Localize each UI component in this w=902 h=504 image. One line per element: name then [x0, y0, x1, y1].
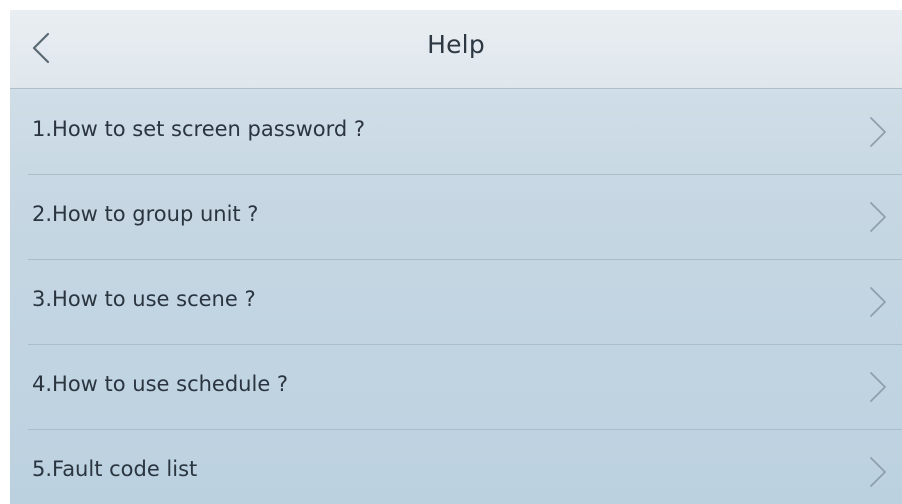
help-item-fault-code-list[interactable]: 5.Fault code list: [10, 429, 902, 504]
chevron-right-icon: [868, 371, 888, 403]
chevron-right-icon: [868, 201, 888, 233]
chevron-right-icon: [868, 286, 888, 318]
help-item-label: 4.How to use schedule ?: [32, 372, 289, 396]
help-screen: Help 1.How to set screen password ? 2.Ho…: [10, 10, 902, 504]
page-title: Help: [427, 30, 485, 59]
chevron-right-icon: [868, 116, 888, 148]
header-bar: Help: [10, 10, 902, 89]
help-item-label: 1.How to set screen password ?: [32, 117, 366, 141]
help-item-label: 3.How to use scene ?: [32, 287, 256, 311]
help-item-use-schedule[interactable]: 4.How to use schedule ?: [10, 344, 902, 429]
help-item-screen-password[interactable]: 1.How to set screen password ?: [10, 89, 902, 174]
chevron-right-icon: [868, 456, 888, 488]
help-list: 1.How to set screen password ? 2.How to …: [10, 89, 902, 504]
help-item-label: 2.How to group unit ?: [32, 202, 259, 226]
help-item-group-unit[interactable]: 2.How to group unit ?: [10, 174, 902, 259]
help-item-label: 5.Fault code list: [32, 457, 198, 481]
help-item-use-scene[interactable]: 3.How to use scene ?: [10, 259, 902, 344]
